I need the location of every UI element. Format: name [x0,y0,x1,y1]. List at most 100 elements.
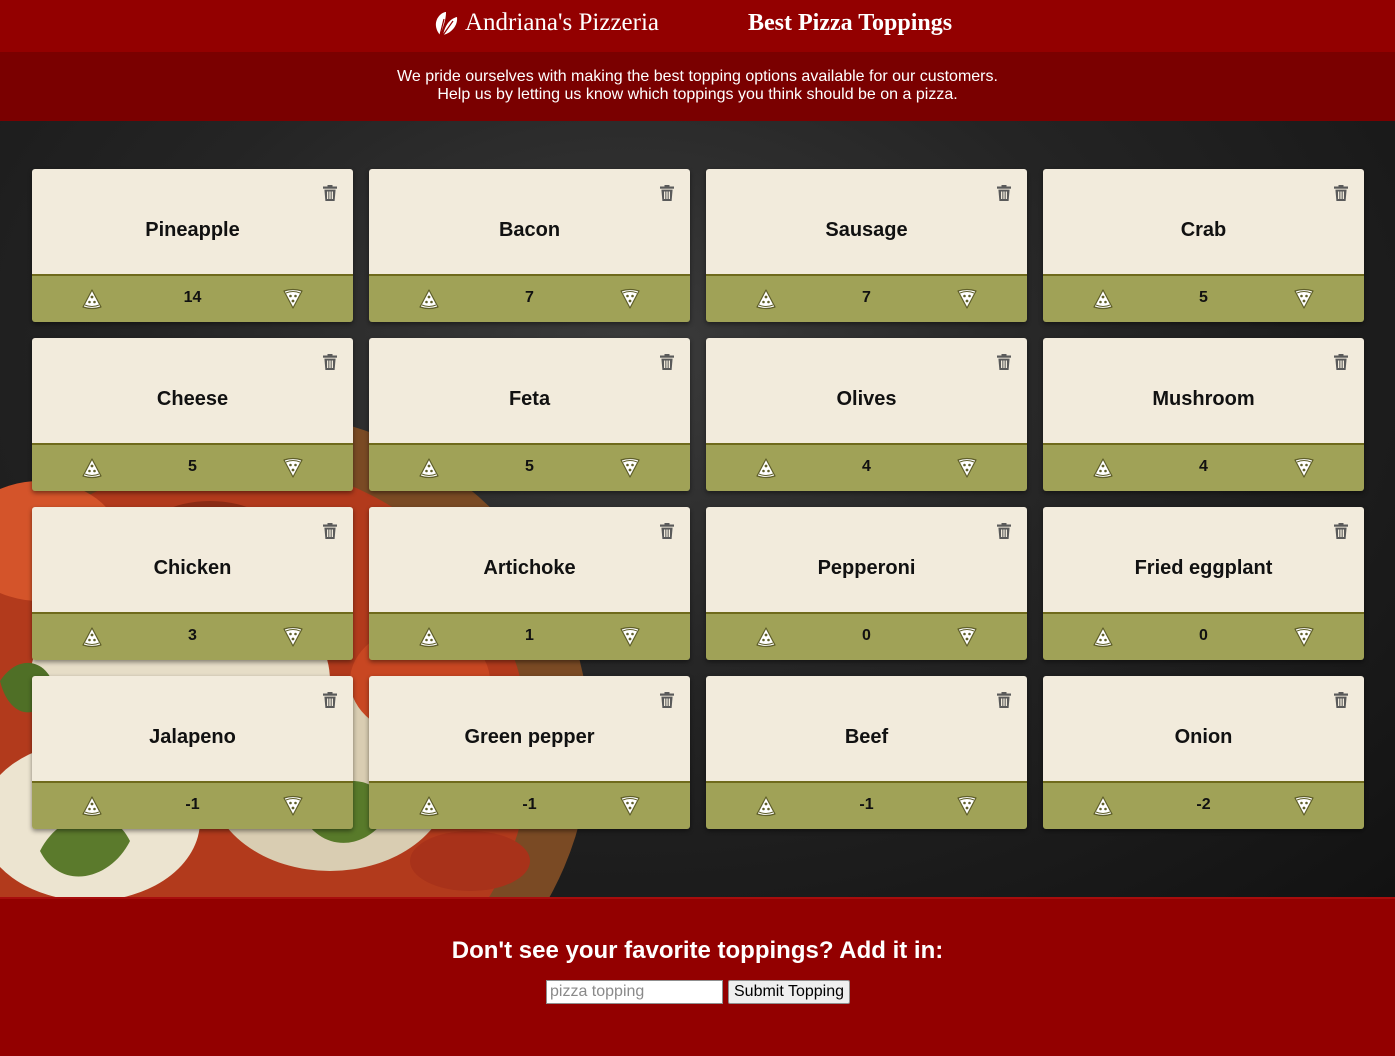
topping-card-body: Mushroom [1043,338,1364,445]
page-title: Best Pizza Toppings [748,10,953,36]
intro-line-1: We pride ourselves with making the best … [397,68,998,85]
pizza-slice-up-icon[interactable] [619,457,641,479]
pizza-slice-up-icon[interactable] [619,626,641,648]
brand[interactable]: Andriana's Pizzeria [431,6,659,40]
topping-name: Pineapple [145,219,240,241]
pizza-slice-up-icon[interactable] [956,288,978,310]
pizza-slice-up-icon[interactable] [1293,457,1315,479]
topping-vote-bar: 5 [1043,276,1364,322]
vote-count: -1 [859,796,874,813]
vote-count: -1 [185,796,200,813]
pizza-slice-down-icon[interactable] [418,457,440,479]
topping-card-body: Pineapple [32,169,353,276]
pizza-slice-down-icon[interactable] [1092,626,1114,648]
topping-name: Pepperoni [817,557,916,579]
trash-icon[interactable] [323,354,337,370]
pizza-slice-up-icon[interactable] [956,457,978,479]
pizza-slice-down-icon[interactable] [81,457,103,479]
pizza-slice-up-icon[interactable] [282,288,304,310]
trash-icon[interactable] [997,523,1011,539]
trash-icon[interactable] [323,185,337,201]
pizza-slice-down-icon[interactable] [418,795,440,817]
topping-name: Mushroom [1152,388,1255,410]
topping-card-body: Beef [706,676,1027,783]
topping-card-body: Chicken [32,507,353,614]
topping-vote-bar: 0 [706,614,1027,660]
trash-icon[interactable] [997,354,1011,370]
topping-card-body: Crab [1043,169,1364,276]
topping-vote-bar: -1 [369,783,690,829]
topping-input[interactable] [546,980,723,1004]
pizza-slice-down-icon[interactable] [755,795,777,817]
pizza-slice-down-icon[interactable] [81,795,103,817]
pizza-slice-down-icon[interactable] [81,626,103,648]
topping-vote-bar: -1 [706,783,1027,829]
intro-banner: We pride ourselves with making the best … [0,52,1395,121]
topping-name: Feta [508,388,551,410]
topping-name: Artichoke [483,557,576,579]
topping-card: Onion -2 [1043,676,1364,829]
topping-vote-bar: 4 [706,445,1027,491]
pizza-slice-down-icon[interactable] [755,288,777,310]
trash-icon[interactable] [323,523,337,539]
pizza-slice-down-icon[interactable] [81,288,103,310]
trash-icon[interactable] [1334,185,1348,201]
topping-card-body: Fried eggplant [1043,507,1364,614]
topping-vote-bar: 5 [32,445,353,491]
trash-icon[interactable] [997,692,1011,708]
trash-icon[interactable] [1334,523,1348,539]
topping-card: Crab 5 [1043,169,1364,322]
top-header: Andriana's Pizzeria Best Pizza Toppings [0,0,1395,52]
add-topping-heading: Don't see your favorite toppings? Add it… [451,937,944,964]
pizza-slice-up-icon[interactable] [282,795,304,817]
topping-card-body: Onion [1043,676,1364,783]
topping-card-body: Pepperoni [706,507,1027,614]
vote-count: 5 [188,458,197,475]
topping-name: Crab [1180,219,1227,241]
topping-card: Feta 5 [369,338,690,491]
trash-icon[interactable] [1334,354,1348,370]
topping-card: Sausage 7 [706,169,1027,322]
topping-card: Cheese 5 [32,338,353,491]
pizza-slice-up-icon[interactable] [282,457,304,479]
topping-card-body: Feta [369,338,690,445]
pizza-slice-down-icon[interactable] [755,457,777,479]
topping-vote-bar: 7 [706,276,1027,322]
pizza-slice-down-icon[interactable] [755,626,777,648]
topping-card: Mushroom 4 [1043,338,1364,491]
topping-card: Pepperoni 0 [706,507,1027,660]
trash-icon[interactable] [660,185,674,201]
topping-card: Green pepper -1 [369,676,690,829]
pizza-slice-up-icon[interactable] [956,795,978,817]
pizza-slice-up-icon[interactable] [1293,288,1315,310]
pizza-slice-up-icon[interactable] [956,626,978,648]
vote-count: 0 [862,627,871,644]
pizza-slice-up-icon[interactable] [619,288,641,310]
pizza-slice-up-icon[interactable] [282,626,304,648]
topping-card: Olives 4 [706,338,1027,491]
topping-vote-bar: 0 [1043,614,1364,660]
topping-card-body: Bacon [369,169,690,276]
topping-vote-bar: 14 [32,276,353,322]
pizza-slice-down-icon[interactable] [418,288,440,310]
topping-vote-bar: 1 [369,614,690,660]
trash-icon[interactable] [660,692,674,708]
pizza-slice-down-icon[interactable] [1092,457,1114,479]
topping-name: Bacon [498,219,561,241]
trash-icon[interactable] [660,523,674,539]
pizza-slice-up-icon[interactable] [1293,626,1315,648]
topping-vote-bar: 4 [1043,445,1364,491]
topping-card: Artichoke 1 [369,507,690,660]
submit-topping-button[interactable]: Submit Topping [728,980,850,1004]
pizza-slice-up-icon[interactable] [619,795,641,817]
pizza-slice-up-icon[interactable] [1293,795,1315,817]
pizza-slice-down-icon[interactable] [418,626,440,648]
vote-count: 7 [525,289,534,306]
pizza-slice-down-icon[interactable] [1092,288,1114,310]
pizza-slice-down-icon[interactable] [1092,795,1114,817]
trash-icon[interactable] [997,185,1011,201]
trash-icon[interactable] [323,692,337,708]
trash-icon[interactable] [660,354,674,370]
vote-count: 4 [1199,458,1208,475]
trash-icon[interactable] [1334,692,1348,708]
